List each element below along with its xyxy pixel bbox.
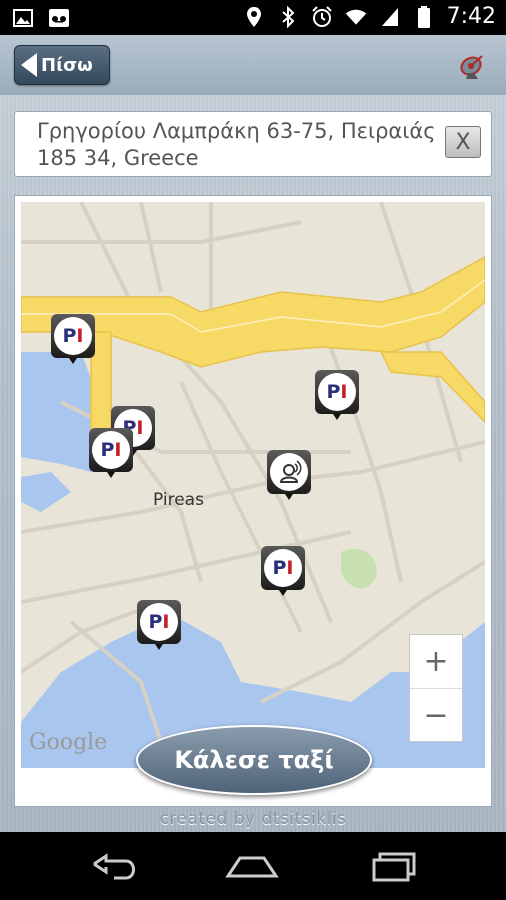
pi-logo-icon: PI (318, 373, 356, 411)
taxi-marker[interactable]: PI (137, 600, 181, 650)
pi-logo-icon: PI (264, 549, 302, 587)
signal-icon (379, 6, 401, 28)
city-label: Pireas (153, 490, 204, 510)
credit-text: created by dtsitsiklis (159, 809, 347, 829)
back-button[interactable]: Πίσω (14, 45, 110, 85)
taxi-marker[interactable]: PI (315, 370, 359, 420)
status-right-icons: 7:42 (243, 4, 496, 29)
voicemail-icon (48, 7, 70, 29)
alarm-icon (311, 5, 333, 28)
app-screen: Πίσω Γρηγορίου Λαμπράκη 63-75, Πειραιάς … (0, 35, 506, 832)
status-left-icons (12, 7, 70, 29)
user-location-marker[interactable] (267, 450, 311, 500)
header-bar: Πίσω (0, 35, 506, 95)
back-button-label: Πίσω (41, 54, 93, 76)
wifi-icon (345, 6, 367, 28)
zoom-in-button[interactable]: + (410, 635, 462, 688)
zoom-out-button[interactable]: − (410, 688, 462, 741)
taxi-marker[interactable]: PI (261, 546, 305, 596)
address-field[interactable]: Γρηγορίου Λαμπράκη 63-75, Πειραιάς 185 3… (14, 111, 492, 177)
back-icon[interactable] (84, 846, 144, 886)
call-taxi-button[interactable]: Κάλεσε ταξί (136, 725, 372, 795)
google-logo: Google (29, 730, 108, 755)
battery-icon (413, 5, 435, 28)
taxi-marker[interactable]: PI (89, 428, 133, 478)
taxi-marker[interactable]: PI (51, 314, 95, 364)
bluetooth-icon (277, 5, 299, 28)
status-bar: 7:42 (0, 0, 506, 35)
address-text[interactable]: Γρηγορίου Λαμπράκη 63-75, Πειραιάς 185 3… (37, 118, 441, 172)
map-frame: Pireas PI PI PI PI PI PI + − Goo (14, 195, 492, 807)
pi-logo-icon: PI (140, 603, 178, 641)
image-icon (12, 7, 34, 29)
user-location-icon (270, 453, 308, 491)
pi-logo-icon: PI (54, 317, 92, 355)
location-icon (243, 6, 265, 28)
map-view[interactable]: Pireas PI PI PI PI PI PI + − Goo (21, 202, 485, 768)
navigation-bar (0, 832, 506, 900)
pi-logo-icon: PI (92, 431, 130, 469)
back-arrow-icon (21, 53, 37, 77)
zoom-controls: + − (409, 634, 463, 742)
clock: 7:42 (446, 4, 496, 29)
satellite-dish-icon[interactable] (458, 51, 488, 81)
recent-apps-icon[interactable] (364, 846, 424, 886)
home-icon[interactable] (222, 846, 282, 886)
clear-address-button[interactable]: X (445, 126, 481, 158)
